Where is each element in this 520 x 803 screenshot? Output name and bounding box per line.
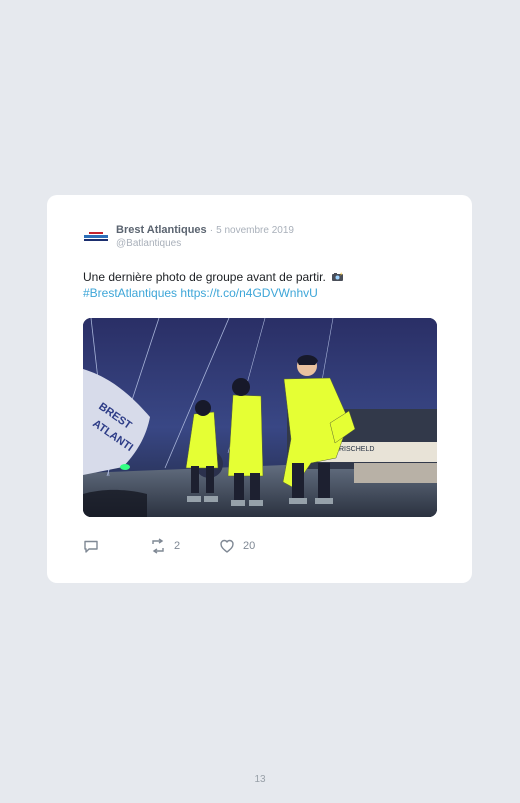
tweet-actions: 2 20	[83, 538, 423, 556]
short-link[interactable]: https://t.co/n4GDVWnhvU	[180, 286, 317, 300]
like-action[interactable]: 20	[219, 538, 255, 554]
retweet-icon	[152, 538, 164, 554]
retweet-action[interactable]: 2	[150, 538, 180, 554]
tweet-photo[interactable]: BREST ATLANTI RISCHELD	[83, 318, 437, 517]
heart-icon	[220, 539, 234, 553]
hashtag-link[interactable]: #BrestAtlantiques	[83, 286, 177, 300]
page-number: 13	[254, 774, 266, 785]
tweet-header: Brest Atlantiques · 5 novembre 2019 @Bat…	[83, 223, 443, 253]
date-separator: ·	[209, 225, 214, 236]
svg-text:RISCHELD: RISCHELD	[339, 446, 374, 453]
reply-icon	[84, 540, 98, 553]
camera-flash-icon	[331, 270, 344, 281]
reply-action[interactable]	[83, 538, 107, 554]
tweet-text: Une dernière photo de groupe avant de pa…	[83, 269, 433, 301]
author-line: Brest Atlantiques · 5 novembre 2019	[116, 224, 294, 236]
tweet-card: Brest Atlantiques · 5 novembre 2019 @Bat…	[47, 195, 472, 583]
author-name[interactable]: Brest Atlantiques	[116, 224, 207, 236]
author-handle[interactable]: @Batlantiques	[116, 238, 181, 249]
tweet-text-line: Une dernière photo de groupe avant de pa…	[83, 270, 326, 284]
brest-atlantiques-avatar[interactable]	[83, 229, 111, 247]
retweet-count: 2	[174, 540, 181, 552]
tweet-date[interactable]: 5 novembre 2019	[216, 225, 294, 236]
like-count: 20	[243, 540, 256, 552]
